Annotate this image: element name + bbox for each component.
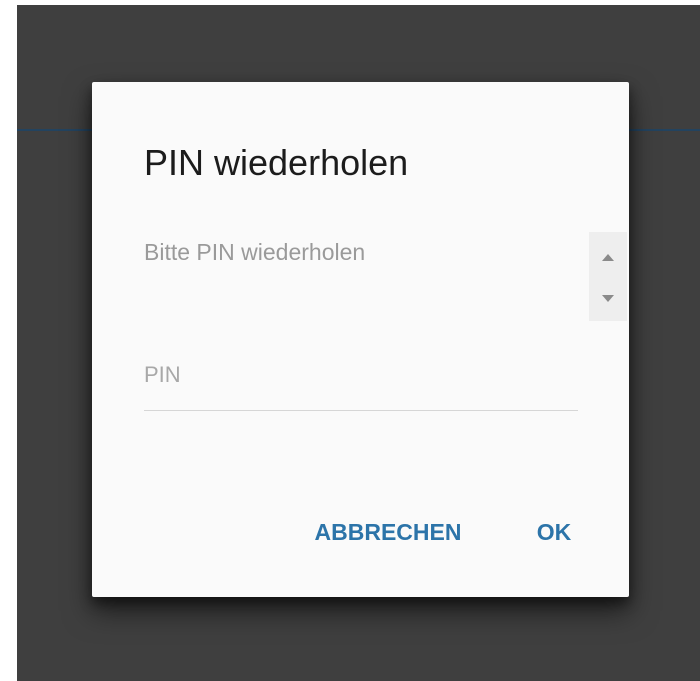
scroll-up-icon[interactable]	[602, 254, 614, 261]
message-scrollbar[interactable]	[589, 232, 627, 321]
scroll-down-icon[interactable]	[602, 295, 614, 302]
cancel-button[interactable]: ABBRECHEN	[300, 507, 476, 557]
dialog-title: PIN wiederholen	[144, 142, 409, 183]
pin-input[interactable]	[144, 349, 578, 411]
dialog-message: Bitte PIN wiederholen	[144, 239, 366, 265]
ok-button[interactable]: OK	[528, 507, 580, 557]
pin-repeat-dialog: PIN wiederholen Bitte PIN wiederholen AB…	[92, 82, 629, 597]
